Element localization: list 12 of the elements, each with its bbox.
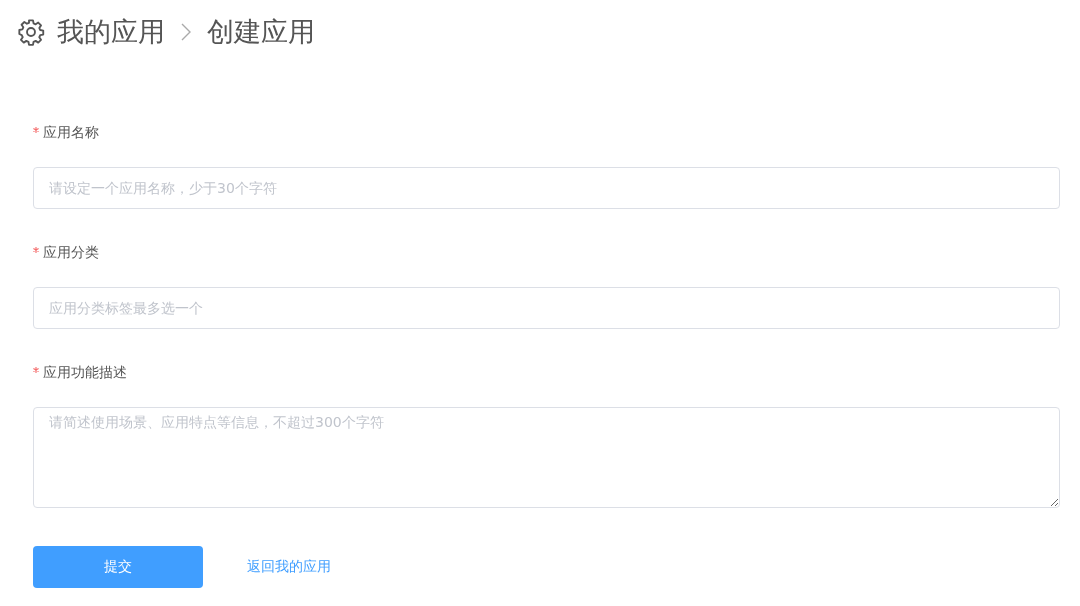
input-field[interactable]: 请设定一个应用名称，少于30个字符 [33,167,1060,209]
breadcrumb-item[interactable]: 我的应用 [57,14,165,50]
breadcrumb-item: 创建应用 [207,15,315,49]
field-label: 应用功能描述 [43,364,127,382]
settings-icon [17,18,45,46]
back-link[interactable]: 返回我的应用 [247,558,331,576]
field-label: 应用分类 [43,244,99,262]
chevron-icon [181,23,191,41]
submit-button[interactable]: 提交 [33,546,203,588]
input-field[interactable]: 应用分类标签最多选一个 [33,287,1060,329]
field-label: 应用名称 [43,124,99,142]
textarea-field[interactable]: 请简述使用场景、应用特点等信息，不超过300个字符 [33,407,1060,508]
